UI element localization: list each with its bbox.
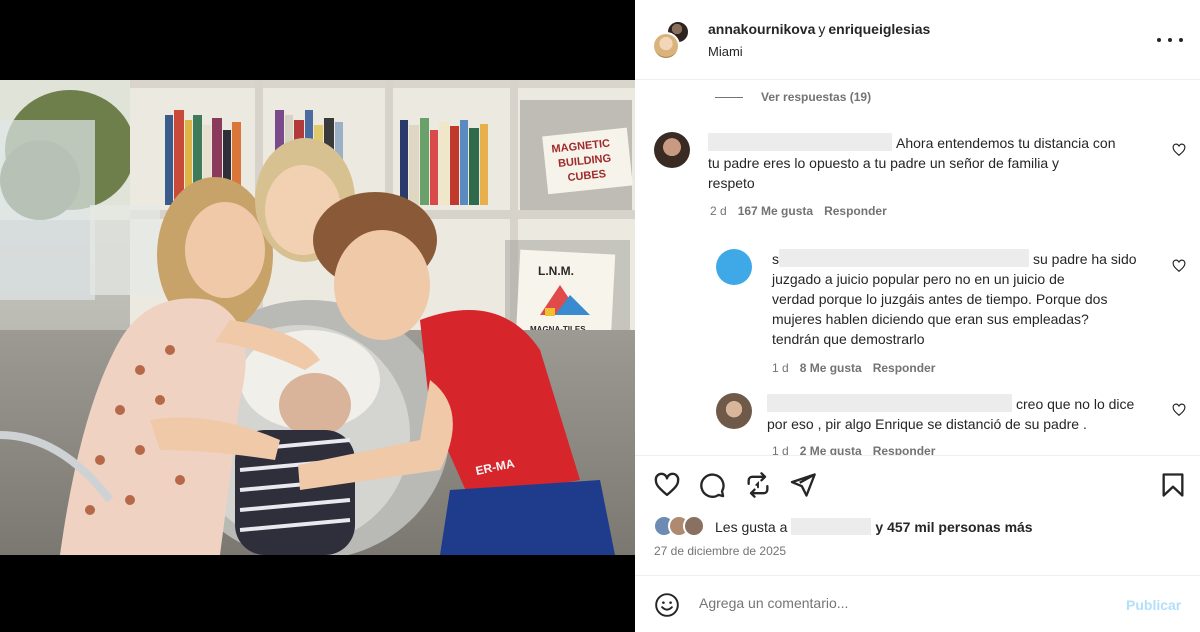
author-names: annakournikova y enriqueiglesias <box>708 21 930 37</box>
comment-input[interactable] <box>699 595 1099 611</box>
comment-like-heart-icon[interactable] <box>1172 143 1186 157</box>
post-location[interactable]: Miami <box>708 44 743 59</box>
comment-time: 1 d <box>772 361 789 375</box>
likes-text: Les gusta a y 457 mil personas más <box>715 517 1033 535</box>
comment-text: s su padre ha sido juzgado a juicio popul… <box>772 249 1152 349</box>
comment-meta: 1 d 2 Me gusta Responder <box>772 444 935 455</box>
post-photo[interactable]: MAGNETIC BUILDING CUBES L.N.M. MAGNA-TIL… <box>0 80 635 555</box>
redacted-username <box>767 394 1012 412</box>
redacted-username <box>708 133 892 151</box>
comment-line: tendrán que demostrarlo <box>772 331 925 347</box>
comment-likes[interactable]: 167 Me gusta <box>738 204 813 218</box>
liker-avatars <box>653 515 709 537</box>
comment-likes[interactable]: 2 Me gusta <box>800 444 862 455</box>
avatar-primary <box>652 32 680 60</box>
redacted-username <box>779 249 1029 267</box>
comment-avatar[interactable] <box>654 132 690 168</box>
author-avatars[interactable] <box>652 20 692 60</box>
post-date[interactable]: 27 de diciembre de 2025 <box>654 544 786 558</box>
comment-icon[interactable] <box>698 471 726 499</box>
repost-icon[interactable] <box>744 471 772 499</box>
comment-likes[interactable]: 8 Me gusta <box>800 361 862 375</box>
comment-meta: 2 d 167 Me gusta Responder <box>710 204 887 218</box>
comment-line: juzgado a juicio popular pero no en un j… <box>772 271 1065 287</box>
comment-time: 2 d <box>710 204 727 218</box>
post-media: MAGNETIC BUILDING CUBES L.N.M. MAGNA-TIL… <box>0 0 635 632</box>
reply-item: s su padre ha sido juzgado a juicio popul… <box>635 231 1200 381</box>
post-side-panel: annakournikova y enriqueiglesias Miami Ver… <box>635 0 1200 632</box>
comment-prefix: s <box>772 251 779 267</box>
post-header: annakournikova y enriqueiglesias Miami <box>635 0 1200 80</box>
family-photo: MAGNETIC BUILDING CUBES L.N.M. MAGNA-TIL… <box>0 80 635 555</box>
comment-meta: 1 d 8 Me gusta Responder <box>772 361 935 375</box>
author-primary-link[interactable]: annakournikova <box>708 21 815 37</box>
comment-line: verdad porque lo juzgáis antes de tiempo… <box>772 291 1108 307</box>
comment-text: creo que no lo dice por eso , pir algo E… <box>767 394 1147 434</box>
redacted-liker <box>791 517 872 535</box>
author-joiner: y <box>818 21 826 37</box>
post-actions: Les gusta a y 457 mil personas más 27 de … <box>635 455 1200 575</box>
more-horizontal-icon <box>1157 38 1161 42</box>
comment-avatar[interactable] <box>716 393 752 429</box>
heart-icon[interactable] <box>653 471 681 499</box>
comment-reply-button[interactable]: Responder <box>873 361 936 375</box>
comment-line: Ahora entendemos tu distancia con <box>896 135 1116 151</box>
comment-line: su padre ha sido <box>1033 251 1137 267</box>
comment-line: mujeres hablen diciendo que eran sus emp… <box>772 311 1089 327</box>
likes-prefix: Les gusta a <box>715 518 788 535</box>
liker-avatar <box>683 515 705 537</box>
more-dot <box>1168 38 1172 42</box>
author-secondary-link[interactable]: enriqueiglesias <box>828 21 930 37</box>
comment-line: por eso , pir algo Enrique se distanció … <box>767 416 1087 432</box>
shelf-sign-2-line1: L.N.M. <box>538 264 574 278</box>
comments-list[interactable]: Ver respuestas (19) Ahora entendemos tu … <box>635 81 1200 455</box>
comment-reply-button[interactable]: Responder <box>824 204 887 218</box>
comment-item: Ahora entendemos tu distancia con tu pad… <box>635 81 1200 231</box>
comment-like-heart-icon[interactable] <box>1172 403 1186 417</box>
likes-summary[interactable]: Les gusta a y 457 mil personas más <box>653 515 1033 537</box>
bookmark-icon[interactable] <box>1159 471 1187 499</box>
send-icon[interactable] <box>789 471 817 499</box>
comment-like-heart-icon[interactable] <box>1172 259 1186 273</box>
more-dot <box>1179 38 1183 42</box>
comment-text: Ahora entendemos tu distancia con tu pad… <box>708 133 1158 193</box>
comment-line: respeto <box>708 175 755 191</box>
publish-button[interactable]: Publicar <box>1126 597 1181 613</box>
comment-line: creo que no lo dice <box>1016 396 1135 412</box>
more-options-button[interactable] <box>1157 30 1183 50</box>
instagram-post-view: MAGNETIC BUILDING CUBES L.N.M. MAGNA-TIL… <box>0 0 1200 632</box>
add-comment-bar: Publicar <box>635 575 1200 632</box>
reply-item: creo que no lo dice por eso , pir algo E… <box>635 381 1200 455</box>
comment-reply-button[interactable]: Responder <box>873 444 936 455</box>
likes-count[interactable]: y 457 mil personas más <box>875 519 1032 535</box>
comment-avatar[interactable] <box>716 249 752 285</box>
emoji-icon[interactable] <box>654 592 680 618</box>
comment-time: 1 d <box>772 444 789 455</box>
comment-line: tu padre eres lo opuesto a tu padre un s… <box>708 155 1059 171</box>
